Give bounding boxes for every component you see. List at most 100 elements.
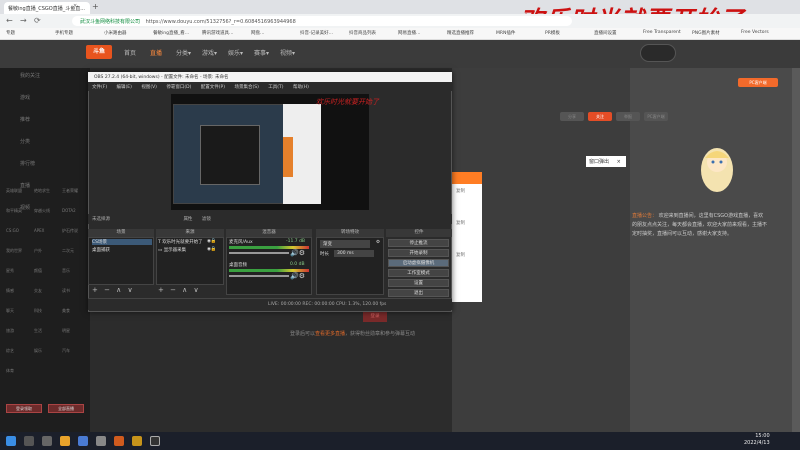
scene-tools[interactable]: + − ∧ ∨ — [92, 286, 135, 294]
source-item[interactable]: T 欢乐时光就要开始了 — [158, 239, 203, 245]
bookmark-item[interactable]: 手机专题 — [55, 30, 73, 36]
task-view-icon[interactable] — [42, 436, 52, 446]
properties-button[interactable]: 属性 — [183, 217, 192, 222]
category-tile[interactable]: 汽车 — [62, 348, 70, 354]
category-tile[interactable]: 读书 — [62, 288, 70, 294]
sidebar-item[interactable]: 排行榜 — [20, 160, 35, 167]
bookmark-item[interactable]: Free Vectors — [741, 30, 769, 35]
category-tile[interactable]: 交友 — [34, 288, 42, 294]
room-action-button[interactable]: 关注 — [588, 112, 612, 121]
user-avatar[interactable] — [640, 44, 676, 62]
bookmark-item[interactable]: 抖音商品列表 — [349, 30, 376, 36]
obs-control-button[interactable]: 退出 — [388, 289, 449, 297]
obs-menu-tools[interactable]: 工具(T) — [268, 85, 283, 90]
scene-item[interactable]: 桌面捕获 — [92, 247, 110, 253]
transition-select[interactable]: 渐变 — [320, 240, 370, 248]
bookmark-item[interactable]: 直播间设置 — [594, 30, 617, 36]
sidebar-button[interactable]: 全部直播 — [48, 404, 84, 413]
copy-link-1[interactable]: 复制 — [456, 188, 465, 194]
category-tile[interactable]: 穿越火线 — [34, 208, 50, 214]
source-tools[interactable]: + − ∧ ∨ — [158, 286, 201, 294]
new-tab-button[interactable]: + — [92, 2, 99, 11]
obs-control-button[interactable]: 启动虚拟摄像机 — [388, 259, 449, 267]
category-tile[interactable]: 颜值 — [34, 268, 42, 274]
category-tile[interactable]: 绝地求生 — [34, 188, 50, 194]
category-tile[interactable]: APEX — [34, 228, 44, 233]
category-tile[interactable]: 炉石传说 — [62, 228, 78, 234]
sidebar-item[interactable]: 分类 — [20, 138, 30, 145]
transition-gear-icon[interactable]: ⚙ — [376, 240, 380, 245]
obs-control-button[interactable]: 开始录制 — [388, 249, 449, 257]
obs-menu-file[interactable]: 文件(F) — [92, 85, 107, 90]
source-item[interactable]: ▭ 显示器采集 — [158, 247, 186, 253]
speaker-icon[interactable]: 🔊⚙ — [290, 272, 305, 280]
taskbar-clock[interactable]: 15:00 2022/4/13 — [744, 433, 770, 447]
category-tile[interactable]: 体育 — [6, 368, 14, 374]
close-icon[interactable]: × — [617, 159, 621, 165]
page-scrollbar[interactable] — [792, 68, 800, 432]
back-icon[interactable]: ← — [6, 16, 13, 25]
room-action-button[interactable]: 分享 — [560, 112, 584, 121]
category-tile[interactable]: 王者荣耀 — [62, 188, 78, 194]
forward-icon[interactable]: → — [20, 16, 27, 25]
more-live-link[interactable]: 查看更多直播 — [315, 331, 345, 337]
copy-link-3[interactable]: 复制 — [456, 252, 465, 258]
category-tile[interactable]: 星秀 — [6, 268, 14, 274]
nav-item[interactable]: 直播 — [150, 48, 162, 57]
steam-icon[interactable] — [96, 436, 106, 446]
pc-client-button[interactable]: PC客户端 — [738, 78, 778, 87]
nav-item[interactable]: 首页 — [124, 48, 136, 57]
sidebar-item[interactable]: 推荐 — [20, 116, 30, 123]
speaker-icon[interactable]: 🔊⚙ — [290, 249, 305, 257]
sidebar-button[interactable]: 登录领取 — [6, 404, 42, 413]
popout-window-button[interactable]: 窗口弹出 × — [586, 156, 626, 167]
obs-control-button[interactable]: 停止推流 — [388, 239, 449, 247]
obs-menu-profile[interactable]: 配置文件(P) — [201, 85, 225, 90]
category-tile[interactable]: 英雄联盟 — [6, 188, 22, 194]
chrome-icon[interactable] — [78, 436, 88, 446]
room-action-button[interactable]: 举报 — [616, 112, 640, 121]
obs-menu-dock[interactable]: 停靠窗口(D) — [166, 85, 191, 90]
volume-slider[interactable] — [229, 275, 289, 277]
category-tile[interactable]: 户外 — [34, 248, 42, 254]
visibility-eye-icon[interactable]: ◉🔒 — [207, 247, 217, 252]
category-tile[interactable]: CS:GO — [6, 228, 19, 233]
copy-link-2[interactable]: 复制 — [456, 220, 465, 226]
bookmark-item[interactable]: 网盘… — [251, 30, 265, 36]
bookmark-item[interactable]: 腾讯游戏道具… — [202, 30, 234, 36]
bookmark-item[interactable]: Free Transparent — [643, 30, 681, 35]
nav-item[interactable]: 游戏▾ — [202, 48, 217, 57]
sidebar-item[interactable]: 游戏 — [20, 94, 30, 101]
bookmark-item[interactable]: 网易直播… — [398, 30, 421, 36]
bookmark-item[interactable]: PR模板 — [545, 30, 560, 36]
bookmark-item[interactable]: PNG图片素材 — [692, 30, 720, 36]
category-tile[interactable]: DOTA2 — [62, 208, 76, 213]
file-explorer-icon[interactable] — [60, 436, 70, 446]
nav-item[interactable]: 分类▾ — [176, 48, 191, 57]
category-tile[interactable]: 我的世界 — [6, 248, 22, 254]
category-tile[interactable]: 美食 — [62, 308, 70, 314]
search-icon[interactable] — [24, 436, 34, 446]
bookmark-item[interactable]: 小米路由器 — [104, 30, 127, 36]
tab-close-icon[interactable]: × — [73, 3, 77, 9]
app-icon[interactable] — [114, 436, 124, 446]
filters-button[interactable]: 滤镜 — [202, 217, 211, 222]
obs-control-button[interactable]: 设置 — [388, 279, 449, 287]
csgo-icon[interactable] — [132, 436, 142, 446]
bookmark-item[interactable]: 专题 — [6, 30, 15, 36]
bookmark-item[interactable]: MRN插件 — [496, 30, 515, 36]
nav-item[interactable]: 视频▾ — [280, 48, 295, 57]
category-tile[interactable]: 聊天 — [6, 308, 14, 314]
bookmark-item[interactable]: 餐敏ing直播_看… — [153, 30, 189, 36]
url-input[interactable]: 武汉斗鱼网络科技有限公司 https://www.douyu.com/51327… — [72, 16, 572, 26]
obs-icon[interactable] — [150, 436, 160, 446]
obs-control-button[interactable]: 工作室模式 — [388, 269, 449, 277]
obs-menu-edit[interactable]: 编辑(E) — [117, 85, 132, 90]
category-tile[interactable]: 明星 — [62, 328, 70, 334]
bookmark-item[interactable]: 精选直播推荐 — [447, 30, 474, 36]
category-tile[interactable]: 情感 — [6, 288, 14, 294]
sidebar-item[interactable]: 我的关注 — [20, 72, 40, 79]
nav-item[interactable]: 赛事▾ — [254, 48, 269, 57]
visibility-eye-icon[interactable]: ◉🔒 — [207, 239, 217, 244]
obs-menu-scenecollection[interactable]: 场景集合(S) — [234, 85, 258, 90]
